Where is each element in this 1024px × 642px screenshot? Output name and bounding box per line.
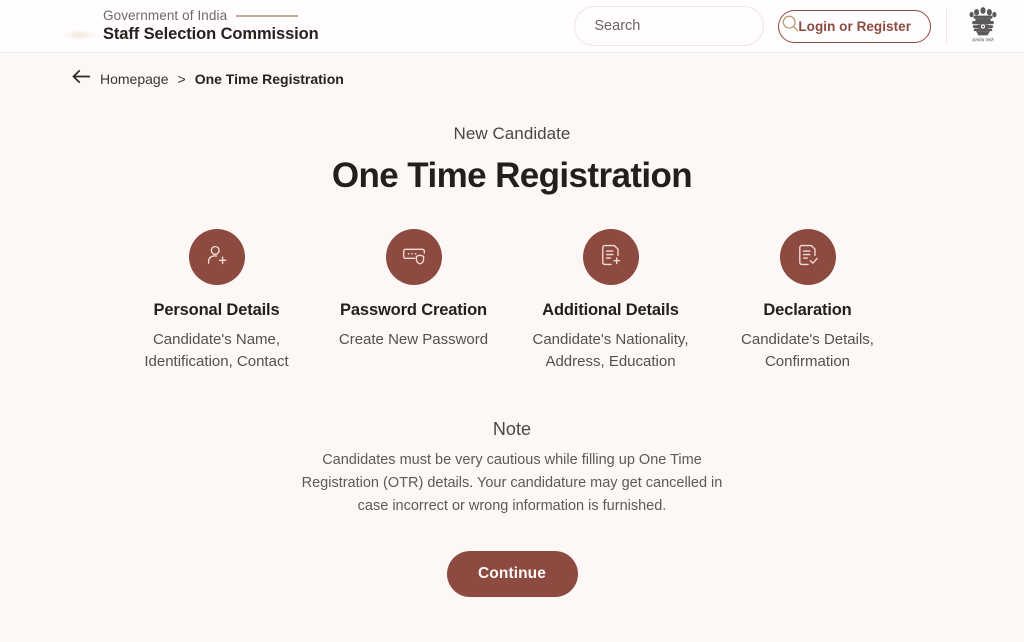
breadcrumb-item-homepage[interactable]: Homepage (100, 71, 169, 87)
government-label: Government of India (103, 8, 228, 24)
arrow-left-icon[interactable] (72, 69, 91, 89)
svg-text:सत्यमेव जयते: सत्यमेव जयते (972, 37, 994, 42)
document-check-icon (795, 242, 821, 273)
step-personal-details: Personal Details Candidate's Name, Ident… (118, 229, 315, 373)
step-title: Declaration (763, 301, 852, 319)
step-badge (188, 229, 245, 285)
step-password-creation: Password Creation Create New Password (315, 229, 512, 373)
continue-button[interactable]: Continue (446, 550, 578, 597)
registration-steps: Personal Details Candidate's Name, Ident… (0, 229, 1024, 373)
note-body: Candidates must be very cautious while f… (301, 452, 723, 515)
step-description: Candidate's Nationality, Address, Educat… (532, 331, 689, 371)
user-add-icon (204, 242, 230, 273)
page-eyebrow: New Candidate (453, 124, 571, 143)
header-actions: Login or Register (574, 2, 1004, 51)
step-title: Personal Details (153, 301, 280, 319)
search-box[interactable] (574, 6, 799, 46)
step-description: Candidate's Name, Identification, Contac… (144, 331, 289, 371)
brand-rule-divider (236, 15, 299, 17)
step-declaration: Declaration Candidate's Details, Confirm… (709, 229, 906, 373)
step-title: Password Creation (340, 301, 487, 319)
step-title: Additional Details (542, 301, 679, 319)
header-divider (946, 9, 947, 43)
breadcrumb-item-current: One Time Registration (194, 71, 344, 87)
step-badge (385, 229, 442, 285)
cta-section: Continue (0, 550, 1024, 597)
step-description: Candidate's Details, Confirmation (741, 331, 874, 371)
search-input[interactable] (594, 18, 782, 34)
step-additional-details: Additional Details Candidate's Nationali… (512, 229, 709, 373)
main-content: New Candidate One Time Registration Pers… (0, 95, 1024, 597)
step-badge (582, 229, 639, 285)
note-title: Note (492, 419, 532, 440)
password-shield-icon (401, 242, 427, 273)
step-description: Create New Password (338, 331, 489, 348)
site-header: Government of India Staff Selection Comm… (0, 0, 1024, 53)
step-badge (779, 229, 836, 285)
breadcrumb: Homepage > One Time Registration (0, 53, 1024, 95)
organization-name: Staff Selection Commission (103, 24, 319, 43)
page-title: One Time Registration (331, 156, 693, 195)
breadcrumb-separator: > (177, 71, 186, 87)
login-or-register-button[interactable]: Login or Register (778, 9, 931, 43)
brand-block[interactable]: Government of India Staff Selection Comm… (103, 8, 319, 43)
brand-top-row: Government of India (103, 8, 319, 24)
note-section: Note Candidates must be very cautious wh… (0, 419, 1024, 519)
document-add-icon (598, 242, 624, 273)
ssc-logo-partial (62, 30, 96, 40)
india-national-emblem-icon: सत्यमेव जयते (962, 2, 1004, 51)
